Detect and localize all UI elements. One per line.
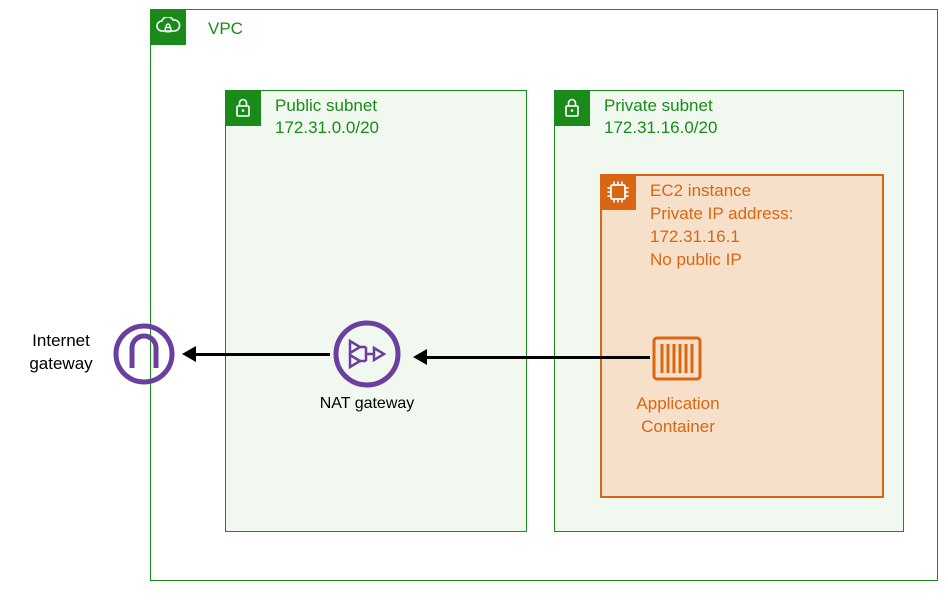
arrow-head-icon [413, 349, 427, 365]
nat-gateway-label: NAT gateway [312, 395, 422, 413]
app-container-label-line1: Application [636, 394, 719, 413]
arrow-container-to-nat [426, 356, 650, 359]
chip-icon [600, 174, 636, 210]
public-subnet-label: Public subnet [275, 95, 377, 118]
internet-gateway-icon [112, 322, 176, 386]
cloud-lock-icon [150, 9, 186, 45]
app-container-label: Application Container [600, 393, 756, 439]
private-subnet-cidr: 172.31.16.0/20 [604, 117, 717, 140]
app-container-label-line2: Container [641, 417, 715, 436]
nat-gateway-icon [332, 319, 402, 389]
vpc-label: VPC [208, 18, 243, 41]
container-icon [652, 336, 702, 381]
diagram-canvas: VPC Public subnet 172.31.0.0/20 Private … [0, 0, 948, 601]
ec2-title: EC2 instance [650, 180, 751, 203]
arrow-head-icon [182, 346, 196, 362]
lock-icon [554, 90, 590, 126]
ec2-ip-value: 172.31.16.1 [650, 226, 740, 249]
private-subnet-label: Private subnet [604, 95, 713, 118]
internet-gateway-label: Internet gateway [19, 330, 103, 376]
arrow-nat-to-igw [194, 353, 330, 356]
internet-gateway-label-line1: Internet [32, 331, 90, 350]
ec2-no-public-ip: No public IP [650, 249, 742, 272]
ec2-ip-label: Private IP address: [650, 203, 793, 226]
internet-gateway-label-line2: gateway [29, 354, 92, 373]
lock-icon [225, 90, 261, 126]
public-subnet-box [225, 90, 527, 532]
public-subnet-cidr: 172.31.0.0/20 [275, 117, 379, 140]
